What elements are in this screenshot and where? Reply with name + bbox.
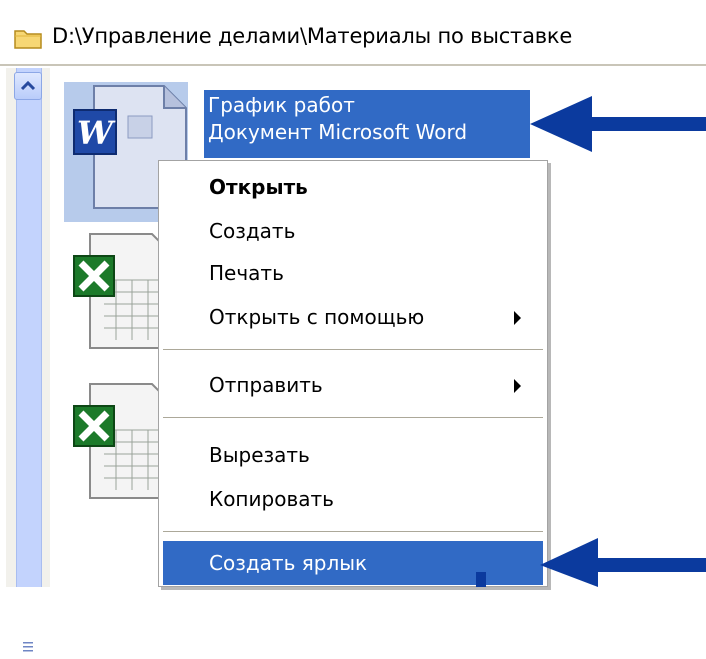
excel-document-icon[interactable] xyxy=(70,380,170,505)
scrollbar-track[interactable] xyxy=(16,68,42,587)
scroll-up-button[interactable] xyxy=(14,72,42,100)
submenu-arrow-icon xyxy=(514,311,521,325)
excel-document-icon[interactable] xyxy=(70,230,170,355)
menu-item-label: Создать xyxy=(209,219,296,243)
chevron-up-icon xyxy=(20,80,36,91)
address-bar[interactable]: D:\Управление делами\Материалы по выстав… xyxy=(0,0,706,66)
menu-item-label: Печать xyxy=(209,261,284,285)
menu-item-cut[interactable]: Вырезать xyxy=(163,433,543,477)
menu-item-label: Создать ярлык xyxy=(209,551,368,575)
menu-separator xyxy=(163,349,543,350)
pointer-arrow-icon xyxy=(530,96,706,152)
submenu-arrow-icon xyxy=(514,379,521,393)
menu-separator xyxy=(163,417,543,418)
menu-item-label: Отправить xyxy=(209,373,323,397)
menu-item-new[interactable]: Создать xyxy=(163,209,543,253)
mouse-cursor-icon xyxy=(476,572,486,587)
menu-item-label: Открыть с помощью xyxy=(209,305,425,329)
menu-item-send-to[interactable]: Отправить xyxy=(163,363,543,407)
folder-icon xyxy=(14,30,42,49)
file-name: График работ xyxy=(208,93,355,117)
grip-icon xyxy=(23,642,33,652)
address-path: D:\Управление делами\Материалы по выстав… xyxy=(52,24,573,48)
menu-item-print[interactable]: Печать xyxy=(163,251,543,295)
menu-item-label: Вырезать xyxy=(209,443,310,467)
vertical-scrollbar[interactable] xyxy=(6,68,50,652)
scrollbar-thumb[interactable] xyxy=(14,638,42,655)
menu-item-label: Копировать xyxy=(209,487,334,511)
menu-item-copy[interactable]: Копировать xyxy=(163,477,543,521)
menu-item-label: Открыть xyxy=(209,175,308,199)
svg-text:W: W xyxy=(77,114,116,152)
address-divider xyxy=(0,64,706,66)
file-type: Документ Microsoft Word xyxy=(208,120,468,144)
menu-item-open[interactable]: Открыть xyxy=(163,165,543,209)
pointer-arrow-icon xyxy=(540,538,706,587)
menu-separator xyxy=(163,531,543,532)
word-file-label[interactable]: График работ Документ Microsoft Word xyxy=(204,90,530,158)
menu-item-open-with[interactable]: Открыть с помощью xyxy=(163,295,543,339)
context-menu: Открыть Создать Печать Открыть с помощью… xyxy=(158,160,548,587)
